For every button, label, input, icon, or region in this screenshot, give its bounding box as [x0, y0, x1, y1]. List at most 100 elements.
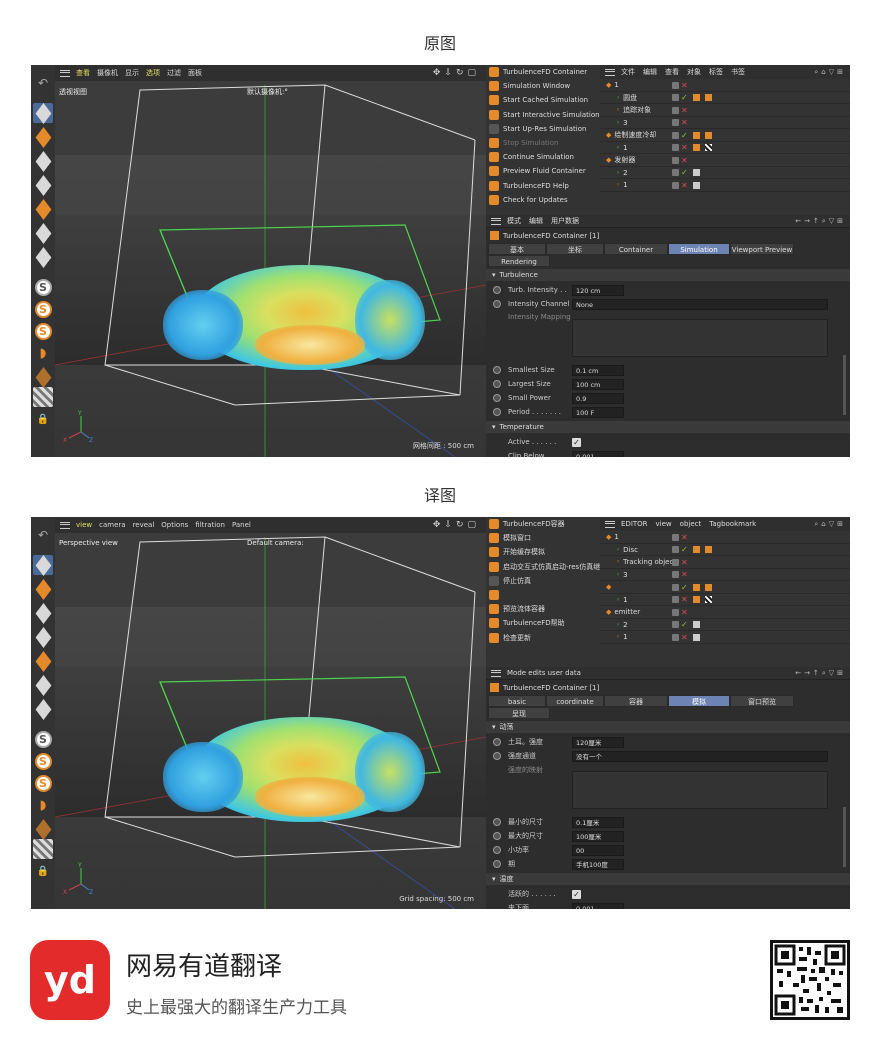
menu-item[interactable]: TurbulenceFD容器: [486, 517, 600, 531]
object-flags[interactable]: ✕: [672, 608, 688, 617]
hamburger-icon[interactable]: [605, 68, 615, 76]
attribute-tab[interactable]: coordinate: [546, 695, 604, 707]
keyframe-icon[interactable]: [493, 366, 501, 374]
tag-icon[interactable]: [692, 596, 700, 604]
object-row[interactable]: ◆ emitter ✕: [600, 606, 850, 619]
tag-icon[interactable]: [692, 94, 700, 102]
object-row[interactable]: ◆ 发射器 ✕: [600, 154, 850, 167]
viewport-nav-icons[interactable]: ✥⇩↻▢: [433, 520, 480, 530]
object-row[interactable]: ◦ 1 ✕: [600, 631, 850, 644]
intensity-mapping-curve[interactable]: [572, 771, 828, 809]
menu-item[interactable]: 启动交互式仿真启动-res仿真继续仿真: [486, 560, 621, 574]
param-value[interactable]: 0.001: [572, 902, 624, 909]
axis-icon[interactable]: [33, 246, 53, 268]
viewport-nav-icons[interactable]: ✥⇩↻▢: [433, 68, 480, 78]
object-row[interactable]: ◦ 1 ✕: [600, 594, 850, 606]
keyframe-icon[interactable]: [493, 860, 501, 868]
attribute-tab[interactable]: Simulation: [668, 243, 730, 255]
magnet-icon[interactable]: ◗: [33, 343, 53, 363]
am-menu-item[interactable]: Mode edits user data: [507, 669, 581, 677]
viewport-menu-item[interactable]: Options: [161, 521, 188, 529]
am-menu-item[interactable]: 用户数据: [551, 216, 579, 226]
param-value[interactable]: 0.001: [572, 450, 624, 457]
om-search-icons[interactable]: ⌕⌂▽⊞: [814, 68, 846, 77]
om-search-icons[interactable]: ⌕⌂▽⊞: [814, 520, 846, 529]
object-row[interactable]: ◦ Disc ✓: [600, 544, 850, 556]
object-flags[interactable]: ✓: [672, 93, 712, 102]
section-header[interactable]: ▾ Turbulence: [486, 269, 850, 281]
param-value[interactable]: 120厘米: [572, 736, 624, 748]
hamburger-icon[interactable]: [491, 217, 501, 225]
viewport-menu-item[interactable]: 面板: [188, 68, 202, 78]
hamburger-icon[interactable]: [491, 669, 501, 677]
param-value[interactable]: 0.1 cm: [572, 364, 624, 376]
keyframe-icon[interactable]: [493, 846, 501, 854]
om-menu-item[interactable]: Tagbookmark: [709, 520, 756, 528]
attribute-tab[interactable]: 模拟: [668, 695, 730, 707]
keyframe-icon[interactable]: [493, 394, 501, 402]
tag-icon[interactable]: [692, 181, 700, 189]
keyframe-icon[interactable]: [493, 300, 501, 308]
tag-icon[interactable]: [704, 583, 712, 591]
menu-item[interactable]: TurbulenceFD帮助: [486, 616, 600, 630]
attribute-tab[interactable]: 呈现: [488, 707, 550, 719]
keyframe-icon[interactable]: [493, 380, 501, 388]
edge-mode-icon[interactable]: [33, 174, 53, 196]
menu-item[interactable]: Stop Simulation: [486, 136, 600, 150]
attribute-tab[interactable]: 容器: [604, 695, 668, 707]
hamburger-icon[interactable]: [60, 69, 70, 77]
tag-icon[interactable]: [704, 94, 712, 102]
keyframe-icon[interactable]: [493, 752, 501, 760]
mesh-mode-icon[interactable]: [33, 578, 53, 600]
floor-icon[interactable]: [33, 366, 53, 388]
viewport-menu-item[interactable]: 显示: [125, 68, 139, 78]
object-flags[interactable]: ✕: [672, 633, 700, 642]
menu-item[interactable]: 模拟窗口: [486, 531, 600, 545]
om-menu-item[interactable]: 标签: [709, 67, 723, 77]
viewport-menu-item[interactable]: 选项: [146, 68, 160, 78]
menu-item[interactable]: 开始缓存模拟: [486, 545, 600, 559]
menu-item[interactable]: [486, 588, 600, 602]
param-value[interactable]: 0.1厘米: [572, 816, 624, 828]
keyframe-icon[interactable]: [493, 286, 501, 294]
param-value[interactable]: 100厘米: [572, 830, 624, 842]
point-mode-icon[interactable]: [33, 150, 53, 172]
menu-item[interactable]: 预览流体容器: [486, 602, 600, 616]
om-menu-item[interactable]: 对象: [687, 67, 701, 77]
menu-item[interactable]: TurbulenceFD Help: [486, 179, 600, 193]
section-header[interactable]: ▾ 动荡: [486, 721, 850, 733]
workplane-icon[interactable]: S: [33, 321, 53, 341]
viewport-menu-item[interactable]: 查看: [76, 68, 90, 78]
keyframe-icon[interactable]: [493, 738, 501, 746]
tag-icon[interactable]: [692, 169, 700, 177]
object-flags[interactable]: ✕: [672, 533, 688, 542]
tag-icon[interactable]: [692, 621, 700, 629]
param-value[interactable]: 00: [572, 844, 624, 856]
object-flags[interactable]: ✓: [672, 583, 712, 592]
uv-mode-icon[interactable]: [33, 674, 53, 696]
keyframe-icon[interactable]: [493, 408, 501, 416]
object-flags[interactable]: ✕: [672, 595, 712, 604]
axis-icon[interactable]: [33, 698, 53, 720]
object-row[interactable]: ◦ Tracking object ✕: [600, 556, 850, 569]
tag-icon[interactable]: [692, 633, 700, 641]
attribute-tab[interactable]: Rendering: [488, 255, 550, 267]
intensity-mapping-curve[interactable]: [572, 319, 828, 357]
object-flags[interactable]: ✕: [672, 181, 700, 190]
snap-icon[interactable]: S: [33, 729, 53, 749]
object-flags[interactable]: ✕: [672, 81, 688, 90]
lock-icon[interactable]: 🔒: [33, 409, 53, 429]
viewport[interactable]: view camera reveal Options filtration Panel ✥…: [55, 517, 486, 909]
active-checkbox[interactable]: ✓: [572, 889, 581, 899]
attribute-tab[interactable]: basic: [488, 695, 546, 707]
lock-icon[interactable]: 🔒: [33, 861, 53, 881]
param-value[interactable]: 手机100度: [572, 858, 624, 870]
am-menu-item[interactable]: 编辑: [529, 216, 543, 226]
menu-item[interactable]: 停止仿真: [486, 574, 600, 588]
viewport-menu-item[interactable]: view: [76, 521, 92, 529]
am-nav-icons[interactable]: ←→↑⌕▽⊞: [795, 217, 846, 226]
object-flags[interactable]: ✕: [672, 156, 688, 165]
quantize-icon[interactable]: S: [33, 751, 53, 771]
object-flags[interactable]: ✕: [672, 558, 688, 567]
keyframe-icon[interactable]: [493, 832, 501, 840]
